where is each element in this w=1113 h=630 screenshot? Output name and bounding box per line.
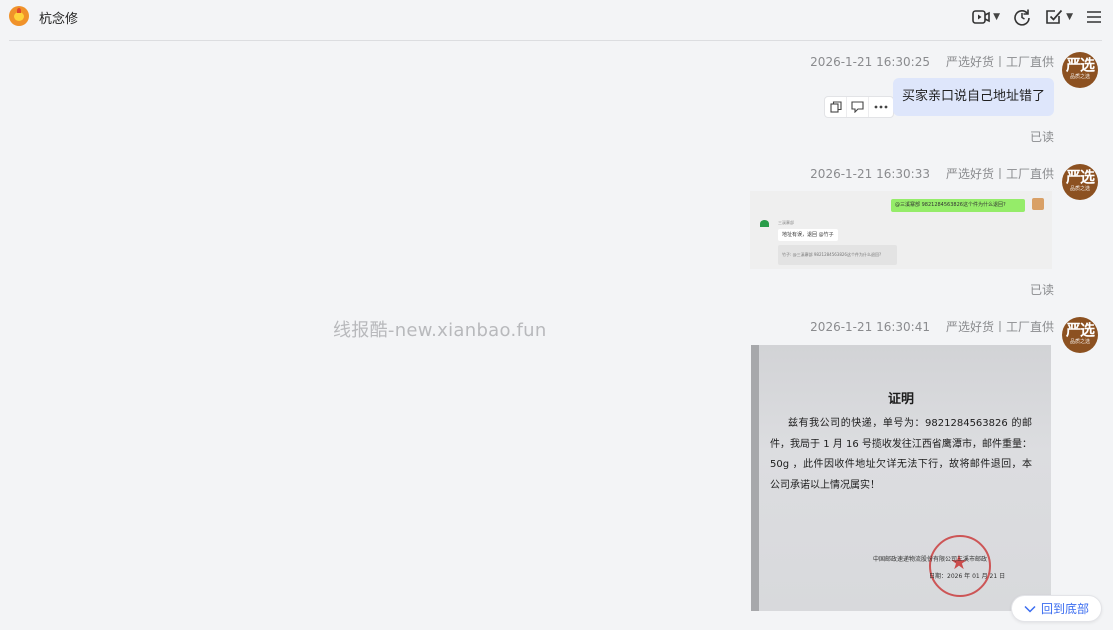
avatar-subtext: 品质之选: [1069, 74, 1090, 80]
message-sender: 严选好货丨工厂直供: [945, 167, 1054, 181]
header-toolbar: ▼ ▼: [959, 6, 1103, 28]
copy-icon: [829, 101, 842, 113]
image-user-avatar: [1032, 198, 1044, 210]
message-sender: 严选好货丨工厂直供: [945, 320, 1054, 334]
document-signature: 中国邮政速递物流股份有限公司三溪市邮政: [873, 556, 988, 563]
sender-avatar[interactable]: 严选 品质之选: [1062, 164, 1098, 200]
certificate-photo[interactable]: 证明 兹有我公司的快递，单号为：9821284563826 的邮件，我局于 1 …: [751, 345, 1051, 611]
avatar-text: 严选: [1065, 321, 1095, 339]
chevron-down-icon: ▼: [993, 12, 1001, 22]
contact-avatar[interactable]: [9, 6, 29, 26]
sender-avatar[interactable]: 严选 品质之选: [1062, 52, 1098, 88]
more-icon: [874, 105, 888, 109]
quote-button[interactable]: [847, 97, 869, 117]
avatar-text: 严选: [1065, 168, 1095, 186]
document-title: 证明: [887, 392, 914, 407]
image-reply-name: 三溪寨部: [778, 220, 794, 225]
back-to-bottom-button[interactable]: 回到底部: [1011, 595, 1102, 622]
chevron-down-icon: ▼: [1066, 12, 1073, 22]
back-to-bottom-label: 回到底部: [1040, 602, 1089, 616]
document-date: 日期：2026 年 01 月 21 日: [929, 573, 1006, 580]
chevron-down-icon: [1024, 605, 1036, 613]
message-sender: 严选好货丨工厂直供: [945, 55, 1054, 69]
contact-name[interactable]: 杭念修: [39, 8, 78, 27]
video-call-icon: [972, 10, 990, 24]
message-actions: [824, 96, 894, 118]
task-check-icon: [1046, 9, 1063, 24]
message-meta: 2026-1-21 16:30:25 严选好货丨工厂直供: [810, 53, 1054, 70]
copy-button[interactable]: [825, 97, 847, 117]
video-call-button[interactable]: ▼: [971, 8, 1000, 26]
message-bubble[interactable]: 买家亲口说自己地址错了: [892, 78, 1054, 116]
read-status: 已读: [1029, 283, 1054, 297]
chat-screenshot-image[interactable]: @三溪寨部 9821284563826这个件为什么退回? 三溪寨部 地址有误，退…: [750, 191, 1052, 269]
message-timestamp: 2026-1-21 16:30:41: [810, 320, 930, 334]
header-divider: [9, 40, 1102, 41]
message-meta: 2026-1-21 16:30:33 严选好货丨工厂直供: [810, 165, 1054, 182]
document-body: 兹有我公司的快递，单号为：9821284563826 的邮件，我局于 1 月 1…: [770, 418, 1032, 491]
chat-header: 杭念修 ▼ ▼: [0, 0, 1113, 36]
refresh-button[interactable]: [1012, 7, 1032, 27]
quote-icon: [851, 101, 864, 113]
postal-logo-icon: [758, 220, 772, 232]
photo-shadow: [751, 345, 759, 611]
image-green-bubble: @三溪寨部 9821284563826这个件为什么退回?: [891, 199, 1025, 212]
image-quote: 竹子: @三溪寨部 9821284563826这个件为什么退回?: [778, 245, 897, 265]
menu-button[interactable]: [1085, 9, 1103, 25]
message-timestamp: 2026-1-21 16:30:25: [810, 55, 930, 69]
image-reply-bubble: 地址有误，退回 @竹子: [778, 229, 838, 241]
avatar-text: 严选: [1065, 56, 1095, 74]
more-button[interactable]: [869, 97, 893, 117]
message-meta: 2026-1-21 16:30:41 严选好货丨工厂直供: [810, 318, 1054, 335]
read-status: 已读: [1029, 130, 1054, 144]
sender-avatar[interactable]: 严选 品质之选: [1062, 317, 1098, 353]
official-seal: [929, 535, 991, 597]
message-timestamp: 2026-1-21 16:30:33: [810, 167, 930, 181]
task-button[interactable]: ▼: [1044, 7, 1073, 27]
refresh-icon: [1014, 9, 1030, 26]
menu-icon: [1087, 11, 1101, 23]
watermark: 线报酷-new.xianbao.fun: [333, 320, 547, 341]
avatar-subtext: 品质之选: [1069, 339, 1090, 345]
avatar-subtext: 品质之选: [1069, 186, 1090, 192]
